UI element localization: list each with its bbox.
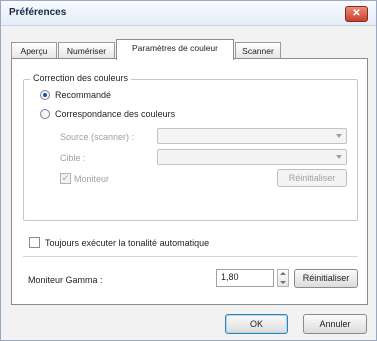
color-correction-group: Correction des couleurs Recommandé Corre… [23, 73, 358, 221]
chevron-down-icon [336, 134, 342, 138]
gamma-label: Moniteur Gamma : [28, 275, 103, 285]
spin-up-icon[interactable] [280, 272, 286, 275]
tab-panel-color-settings: Correction des couleurs Recommandé Corre… [11, 58, 368, 305]
color-matching-label[interactable]: Correspondance des couleurs [55, 109, 175, 119]
spin-down-icon[interactable] [280, 281, 286, 284]
color-reset-button[interactable]: Réinitialiser [277, 169, 347, 187]
color-matching-radio[interactable] [40, 109, 50, 119]
close-icon[interactable]: ✕ [345, 6, 368, 22]
gamma-reset-button[interactable]: Réinitialiser [294, 269, 358, 288]
gamma-value-field[interactable]: 1,80 [216, 269, 274, 287]
title-bar[interactable]: Préférences ✕ [1, 1, 376, 26]
color-correction-legend: Correction des couleurs [30, 73, 132, 83]
tab-numeriser[interactable]: Numériser [58, 42, 115, 58]
recommended-label[interactable]: Recommandé [55, 90, 111, 100]
monitor-label: Moniteur [74, 174, 110, 184]
source-scanner-select[interactable] [157, 128, 347, 144]
recommended-radio[interactable] [40, 90, 50, 100]
ok-button[interactable]: OK [225, 314, 288, 334]
tab-scanner[interactable]: Scanner [235, 42, 281, 58]
window-title: Préférences [9, 7, 67, 18]
divider [23, 256, 358, 257]
cancel-button[interactable]: Annuler [303, 314, 367, 334]
gamma-stepper[interactable] [277, 269, 289, 287]
target-label: Cible : [60, 153, 86, 163]
source-scanner-label: Source (scanner) : [60, 132, 135, 142]
auto-tone-label[interactable]: Toujours exécuter la tonalité automatiqu… [45, 238, 209, 248]
tab-color-settings[interactable]: Paramètres de couleur [116, 39, 234, 60]
tab-apercu[interactable]: Aperçu [11, 42, 57, 58]
auto-tone-checkbox[interactable] [29, 237, 40, 248]
preferences-dialog: Préférences ✕ Aperçu Numériser Paramètre… [0, 0, 377, 341]
monitor-checkbox[interactable]: ✓ [60, 173, 71, 184]
target-select[interactable] [157, 149, 347, 165]
chevron-down-icon [336, 155, 342, 159]
